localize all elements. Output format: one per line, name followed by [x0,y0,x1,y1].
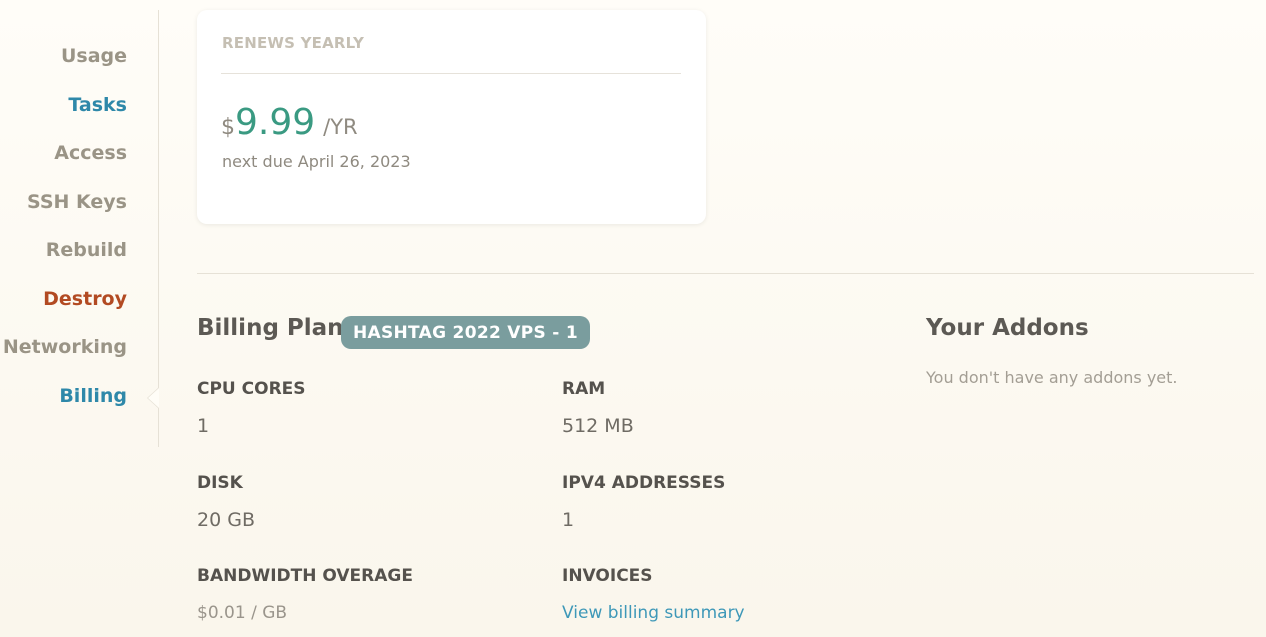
invoices-label: INVOICES [562,566,653,586]
sidebar-item-networking[interactable]: Networking [3,336,127,358]
billing-page: Usage Tasks Access SSH Keys Rebuild Dest… [0,0,1266,637]
section-divider [197,273,1254,274]
cpu-cores-label: CPU CORES [197,379,306,399]
plan-name-badge: HASHTAG 2022 VPS - 1 [341,316,590,349]
disk-label: DISK [197,473,243,493]
bandwidth-overage-value: $0.01 / GB [197,603,288,623]
ram-value: 512 MB [562,415,634,437]
renewal-heading: RENEWS YEARLY [222,34,365,52]
view-billing-summary-link[interactable]: View billing summary [562,603,745,623]
addons-empty-message: You don't have any addons yet. [926,368,1178,387]
ipv4-label: IPV4 ADDRESSES [562,473,726,493]
bandwidth-overage-label: BANDWIDTH OVERAGE [197,566,413,586]
server-sidebar: Usage Tasks Access SSH Keys Rebuild Dest… [0,10,159,447]
next-due-date: next due April 26, 2023 [222,152,411,171]
active-indicator [147,387,159,409]
sidebar-item-usage[interactable]: Usage [61,45,127,67]
price-period: /YR [323,115,358,139]
billing-plan-title: Billing Plan: [197,315,353,341]
disk-value: 20 GB [197,509,255,531]
sidebar-item-billing[interactable]: Billing [59,385,127,407]
price-amount: 9.99 [235,102,316,143]
renewal-card: RENEWS YEARLY $ 9.99 /YR next due April … [197,10,706,224]
ram-label: RAM [562,379,606,399]
card-divider [221,73,681,74]
price-currency: $ [221,115,235,140]
cpu-cores-value: 1 [197,415,210,437]
addons-title: Your Addons [926,315,1089,341]
renewal-price: $ 9.99 /YR [221,102,358,143]
sidebar-item-rebuild[interactable]: Rebuild [46,239,127,261]
sidebar-item-tasks[interactable]: Tasks [68,94,127,116]
sidebar-item-ssh-keys[interactable]: SSH Keys [27,191,127,213]
sidebar-item-access[interactable]: Access [54,142,127,164]
sidebar-item-destroy[interactable]: Destroy [43,288,127,310]
ipv4-value: 1 [562,509,575,531]
